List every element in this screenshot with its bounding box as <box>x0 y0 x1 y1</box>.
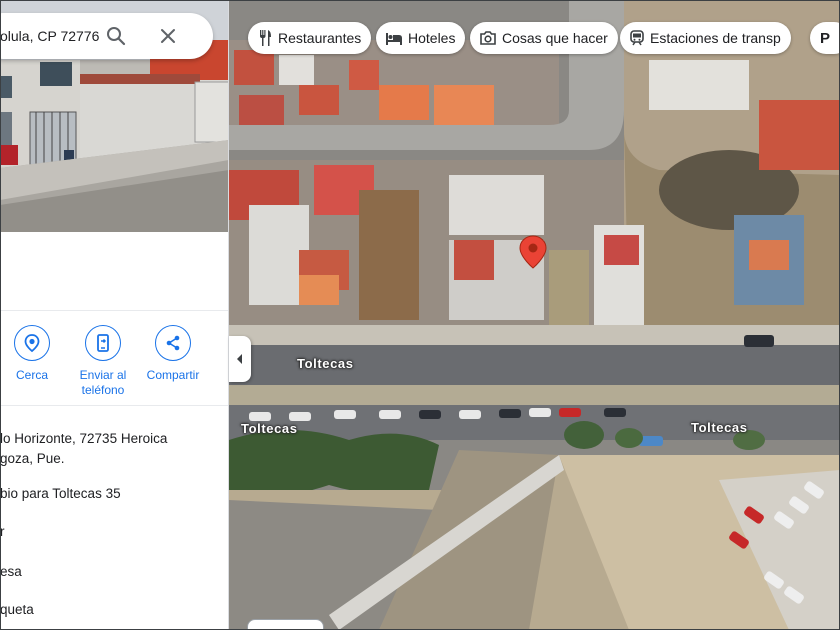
info-item-3[interactable]: r <box>0 522 5 542</box>
chip-label: Hoteles <box>408 30 456 46</box>
road-label-toltecas-3: Toltecas <box>691 420 748 435</box>
nearby-icon <box>14 325 50 361</box>
chevron-left-icon <box>237 354 242 364</box>
transit-icon <box>630 30 644 46</box>
search-icon[interactable] <box>104 24 128 48</box>
road-label-toltecas-1: Toltecas <box>297 356 354 371</box>
hotel-icon <box>386 33 402 45</box>
send-to-phone-icon <box>85 325 121 361</box>
chip-parking[interactable]: P <box>810 22 840 54</box>
map-imagery <box>229 0 840 630</box>
chip-things-to-do[interactable]: Cosas que hacer <box>470 22 618 54</box>
collapse-panel-button[interactable] <box>229 336 251 382</box>
satellite-map[interactable]: Toltecas Toltecas Toltecas Restaurantes … <box>229 0 840 630</box>
place-details-panel: Cerca Enviar al teléfono Compartir lo Ho… <box>0 0 229 630</box>
chip-hotels[interactable]: Hoteles <box>376 22 466 54</box>
action-buttons-row: Cerca Enviar al teléfono Compartir <box>0 310 228 406</box>
chip-label: Cosas que hacer <box>502 30 608 46</box>
info-item-4[interactable]: esa <box>0 562 22 582</box>
search-box <box>0 13 213 59</box>
chip-label: Estaciones de transp <box>650 30 781 46</box>
search-input[interactable] <box>0 13 102 59</box>
restaurant-icon <box>260 30 271 46</box>
road-label-toltecas-2: Toltecas <box>241 421 298 436</box>
share-label: Compartir <box>146 368 200 382</box>
chip-transit[interactable]: Estaciones de transp <box>620 22 791 54</box>
address-line-2[interactable]: goza, Pue. <box>0 449 65 469</box>
share-button[interactable]: Compartir <box>138 325 208 383</box>
chip-label: Restaurantes <box>278 30 362 46</box>
send-to-phone-label: Enviar al teléfono <box>79 368 127 397</box>
close-icon[interactable] <box>156 24 180 48</box>
info-item-5[interactable]: queta <box>0 600 34 620</box>
nearby-label: Cerca <box>15 368 48 382</box>
parking-icon: P <box>820 29 831 47</box>
share-icon <box>155 325 191 361</box>
address-line-1[interactable]: lo Horizonte, 72735 Heroica <box>0 429 167 449</box>
camera-icon <box>480 31 496 45</box>
send-to-phone-button[interactable]: Enviar al teléfono <box>68 325 138 398</box>
nearby-button[interactable]: Cerca <box>0 325 67 383</box>
chip-restaurants[interactable]: Restaurantes <box>248 22 372 54</box>
plus-code[interactable]: bio para Toltecas 35 <box>0 484 121 504</box>
imagery-toggle[interactable] <box>247 619 324 630</box>
